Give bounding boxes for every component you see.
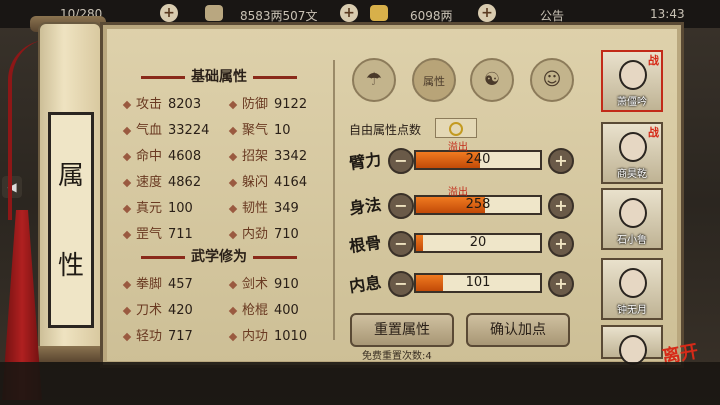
scroll-bottom-cap (30, 346, 106, 362)
decrease-0-button[interactable]: − (388, 148, 414, 174)
stat-blade: 刀术 420 (122, 299, 193, 318)
avatar (619, 60, 647, 90)
free-points-label: 自由属性点数 (349, 123, 422, 137)
game-screen: 10/280 + 8583两507文 + 6098两 + 公告 13:43 ◀ … (0, 0, 720, 405)
stat-gangqi: 罡气 711 (122, 223, 193, 242)
hat-icon[interactable]: ☂ (352, 58, 396, 102)
party-member-4[interactable] (601, 325, 663, 365)
add-gold-button[interactable]: + (478, 4, 496, 22)
party-member-name: 商昊乾 (617, 169, 647, 180)
avatar (619, 198, 647, 228)
base-attributes-header: 基础属性 (135, 66, 303, 86)
party-member-3[interactable]: 钟无月 (601, 258, 663, 320)
decrease-3-button[interactable]: − (388, 271, 414, 297)
increase-1-button[interactable]: + (548, 193, 574, 219)
party-member-name: 钟无月 (617, 305, 647, 316)
free-points-box (435, 118, 477, 138)
scroll-title-char-1: 属 (57, 161, 84, 191)
increase-0-button[interactable]: + (548, 148, 574, 174)
attr-bar-3: 101 (414, 273, 542, 293)
coin-icon (449, 121, 463, 136)
avatar (619, 132, 647, 162)
stat-parry: 招架 3342 (228, 145, 307, 164)
overflow-label-0: 溢出 (448, 142, 468, 153)
martial-header: 武学修为 (135, 246, 303, 266)
taiji-icon[interactable]: ☯ (470, 58, 514, 102)
stat-hp: 气血 33224 (122, 119, 209, 138)
clock: 13:43 (650, 7, 685, 21)
stat-inner-strength: 内劲 710 (228, 223, 299, 242)
stat-speed: 速度 4862 (122, 171, 201, 190)
attr-value-2: 20 (469, 235, 487, 250)
attr-bar-2: 20 (414, 233, 542, 253)
gold-icon (370, 5, 388, 21)
party-member-name: 萧僵吟 (617, 97, 647, 108)
stat-tenacity: 韧性 349 (228, 197, 299, 216)
avatar (619, 268, 647, 298)
attr-value-3: 101 (465, 275, 491, 290)
party-member-2[interactable]: 石小鲁 (601, 188, 663, 250)
decrease-1-button[interactable]: − (388, 193, 414, 219)
attr-bar-0: 240 (414, 150, 542, 170)
attr-value-0: 240 (465, 152, 491, 167)
stat-spear: 枪棍 400 (228, 299, 299, 318)
free-reset-count: 免费重置次数:4 (362, 351, 432, 362)
stat-sword: 剑术 910 (228, 273, 299, 292)
increase-2-button[interactable]: + (548, 231, 574, 257)
panel-divider (333, 60, 335, 340)
stat-lightness: 轻功 717 (122, 325, 193, 344)
add-money-button[interactable]: + (340, 4, 358, 22)
attr-value-1: 258 (465, 197, 491, 212)
battle-tag: 战 (648, 126, 659, 139)
stat-inner-kungfu: 内功 1010 (228, 325, 307, 344)
decrease-2-button[interactable]: − (388, 231, 414, 257)
add-stamina-button[interactable]: + (160, 4, 178, 22)
scroll-label: 属 性 (48, 112, 94, 328)
stat-dodge: 躲闪 4164 (228, 171, 307, 190)
overflow-label-1: 溢出 (448, 187, 468, 198)
bottom-menu-bar (0, 362, 720, 405)
attribute-scroll: 属 性 (38, 22, 102, 356)
avatar (619, 335, 647, 365)
confirm-points-button[interactable]: 确认加点 (466, 313, 570, 347)
stat-true-essence: 真元 100 (122, 197, 193, 216)
attr-bar-1: 258 (414, 195, 542, 215)
stat-hit: 命中 4608 (122, 145, 201, 164)
stat-defense: 防御 9122 (228, 93, 307, 112)
stat-fist: 拳脚 457 (122, 273, 193, 292)
silver-icon (205, 5, 223, 21)
party-member-name: 石小鲁 (617, 235, 647, 246)
body-figure-icon[interactable]: ☺ (530, 58, 574, 102)
increase-3-button[interactable]: + (548, 271, 574, 297)
reset-attributes-button[interactable]: 重置属性 (350, 313, 454, 347)
attribute-chest-icon[interactable]: 属性 (412, 58, 456, 102)
scroll-title-char-2: 性 (57, 251, 84, 281)
stat-attack: 攻击 8203 (122, 93, 201, 112)
stat-gather: 聚气 10 (228, 119, 291, 138)
battle-tag: 战 (648, 54, 659, 67)
